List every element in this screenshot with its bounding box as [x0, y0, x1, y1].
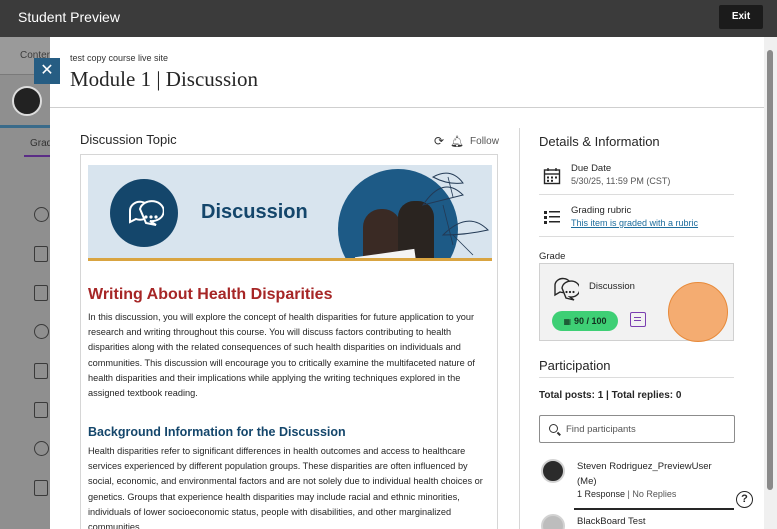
participant-meta: 1 Response | No Replies: [577, 489, 677, 499]
cursor-highlight: [668, 282, 728, 342]
participant-name[interactable]: BlackBoard Test: [577, 514, 727, 529]
background-grade-tab: Grad: [30, 138, 53, 149]
feedback-icon[interactable]: [630, 312, 646, 327]
breadcrumb: test copy course live site: [70, 53, 169, 63]
find-participants-field[interactable]: Find participants: [539, 415, 735, 443]
rubric-link[interactable]: This item is graded with a rubric: [571, 218, 698, 228]
discussion-logo: [110, 179, 178, 247]
grade-label: Grade: [539, 251, 566, 262]
participant-name[interactable]: Steven Rodriguez_PreviewUser (Me): [577, 459, 727, 489]
discussion-banner: Discussion: [88, 165, 492, 261]
help-button[interactable]: ?: [736, 491, 753, 508]
discussion-icon: [554, 277, 579, 301]
exit-button[interactable]: Exit: [719, 5, 763, 29]
article-subheading: Background Information for the Discussio…: [88, 425, 346, 439]
topic-tools: ⟳ 🔔︎ Follow: [434, 134, 499, 148]
follow-button[interactable]: Follow: [470, 136, 499, 147]
due-date-value: 5/30/25, 11:59 PM (CST): [571, 176, 671, 186]
header-divider: [50, 107, 764, 108]
scrollbar-thumb[interactable]: [767, 50, 773, 490]
calendar-icon: [543, 168, 561, 185]
chat-bubbles-icon: [128, 200, 164, 226]
preview-title: Student Preview: [18, 9, 120, 25]
participant-underline: [574, 508, 734, 510]
grade-item-name: Discussion: [589, 281, 635, 292]
close-panel-button[interactable]: ✕: [34, 58, 60, 84]
participation-stats: Total posts: 1 | Total replies: 0: [539, 390, 682, 401]
preview-bar: Student Preview Exit: [0, 0, 777, 37]
search-icon: [549, 424, 558, 433]
bell-icon: 🔔︎: [450, 135, 465, 148]
article-paragraph: Health disparities refer to significant …: [88, 446, 483, 529]
participation-divider: [539, 377, 734, 378]
participation-heading: Participation: [539, 358, 611, 373]
sync-icon[interactable]: ⟳: [434, 134, 444, 148]
banner-title: Discussion: [201, 201, 308, 223]
assignment-icon: [34, 363, 48, 379]
rubric-icon: ▦: [563, 317, 572, 326]
help-icon: ?: [741, 493, 748, 505]
rubric-label: Grading rubric: [571, 205, 632, 216]
document-icon: [34, 402, 48, 418]
due-date-row: Due Date 5/30/25, 11:59 PM (CST): [539, 163, 734, 195]
article-heading: Writing About Health Disparities: [88, 286, 333, 303]
discussion-icon: [34, 324, 49, 339]
grade-score: 90 / 100: [574, 316, 607, 326]
column-divider: [519, 128, 520, 529]
grade-pill[interactable]: ▦ 90 / 100: [552, 311, 618, 331]
due-date-label: Due Date: [571, 163, 612, 174]
discussion-icon: [34, 207, 49, 222]
ginkgo-leaves-decoration: [421, 172, 489, 256]
background-avatar: [12, 86, 42, 116]
assignment-icon: [34, 285, 48, 301]
rubric-row: Grading rubric This item is graded with …: [539, 205, 734, 237]
rubric-icon: [544, 211, 560, 224]
discussion-content: Discussion Writing About Health Disparit…: [80, 154, 498, 529]
discussion-topic-heading: Discussion Topic: [80, 132, 177, 147]
assignment-icon: [34, 480, 48, 496]
close-icon: ✕: [40, 62, 54, 79]
avatar: [541, 459, 565, 483]
search-input[interactable]: Find participants: [566, 424, 636, 435]
details-heading: Details & Information: [539, 134, 660, 149]
document-icon: [34, 246, 48, 262]
article-paragraph: In this discussion, you will explore the…: [88, 312, 475, 399]
page-title: Module 1 | Discussion: [70, 67, 258, 91]
discussion-icon: [34, 441, 49, 456]
